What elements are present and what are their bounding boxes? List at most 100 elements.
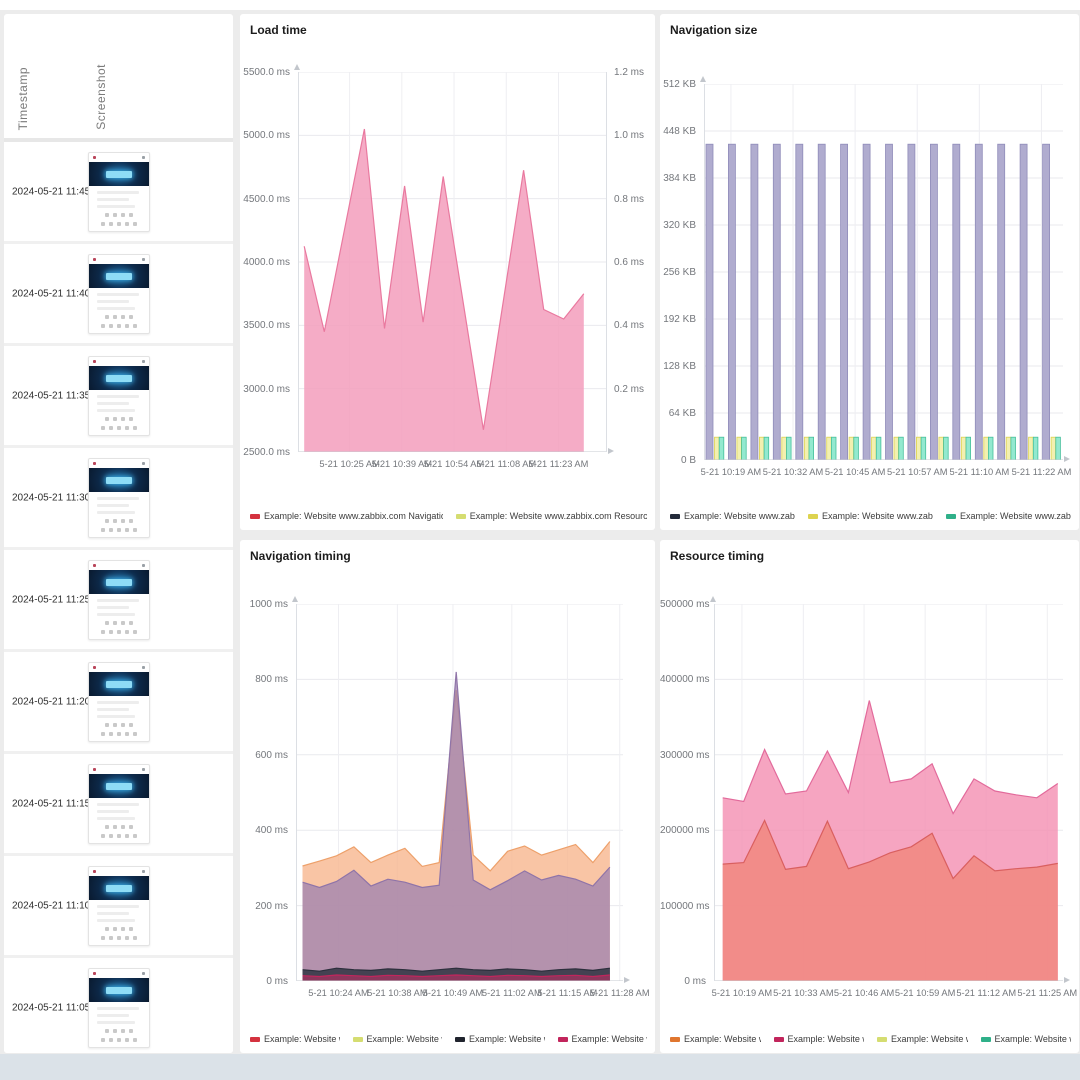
thumbnail-text-line [97,293,139,296]
x-axis-arrow-icon [624,977,630,983]
thumbnail-highlight-bar [106,783,132,790]
y-axis-tick-label: 300000 ms [660,750,706,761]
legend-swatch [946,514,956,519]
thumbnail-mini-icon [125,222,129,226]
thumbnail-mini-icon [113,519,117,523]
page-title: Load time [250,23,307,37]
thumbnail-text-line [97,504,129,507]
thumbnail-red-icon [93,462,96,465]
thumbnail-text-line [97,511,135,514]
legend-swatch [455,1037,465,1042]
thumbnail-icon-row [89,723,149,727]
legend-swatch [353,1037,363,1042]
y-axis-right-tick-label: 0.6 ms [614,257,654,268]
y-axis-tick-label: 2500.0 ms [240,447,290,458]
table-rows: 2024-05-21 11:45:05 AM2024-05-21 11:40:0… [4,142,233,1053]
y-axis-tick-label: 200 ms [240,901,288,912]
thumbnail-mini-icon [121,417,125,421]
y-axis-tick-label: 384 KB [660,173,696,184]
y-axis-tick-label: 448 KB [660,126,696,137]
thumbnail-mini-icon [105,519,109,523]
thumbnail-highlight-bar [106,477,132,484]
thumbnail-mini-icon [101,732,105,736]
y-axis-tick-label: 400000 ms [660,674,706,685]
thumbnail-toolbar [89,867,149,876]
thumbnail-text-line [97,919,135,922]
thumbnail-red-icon [93,666,96,669]
thumbnail-gray-icon [142,258,145,261]
chart-plot-area[interactable] [704,84,1063,460]
chart-plot-area[interactable] [714,604,1063,981]
thumbnail-text-line [97,497,139,500]
thumbnail-mini-icon [117,222,121,226]
thumbnail-mini-icon [133,732,137,736]
thumbnail-icon-row [89,519,149,523]
thumbnail-mini-icon [129,825,133,829]
screenshot-thumbnail [88,866,150,946]
thumbnail-red-icon [93,564,96,567]
thumbnail-gray-icon [142,870,145,873]
y-axis-tick-label: 800 ms [240,674,288,685]
thumbnail-hero-banner [89,570,149,594]
dashboard-screen: Timestamp Screenshot 2024-05-21 11:45:05… [0,0,1080,1080]
thumbnail-text-line [97,803,139,806]
bottom-strip [0,1054,1080,1080]
legend-label: Example: Website www.z... [788,1034,865,1044]
screenshot-thumbnail [88,560,150,640]
legend-label: Example: Website www.z... [469,1034,545,1044]
legend-swatch [774,1037,784,1042]
y-axis-right-tick-label: 1.2 ms [614,67,654,78]
y-axis-tick-label: 200000 ms [660,825,706,836]
chart-panel-navigation-timing: Navigation timing 1000 ms800 ms600 ms400… [240,540,655,1053]
thumbnail-highlight-bar [106,579,132,586]
chart-plot-area[interactable] [298,72,607,452]
table-row: 2024-05-21 11:25:05 AM [4,550,233,652]
thumbnail-mini-icon [117,834,121,838]
chart-panel-load-time: Load time 5500.0 ms5000.0 ms4500.0 ms400… [240,14,655,530]
thumbnail-mini-icon [133,630,137,634]
chart-legend: Example: Website www.zabbix.com ...Examp… [670,511,1071,521]
thumbnail-text-line [97,599,139,602]
thumbnail-mini-icon [133,936,137,940]
thumbnail-mini-icon [117,1038,121,1042]
y-axis-tick-label: 600 ms [240,750,288,761]
thumbnail-mini-icon [133,324,137,328]
y-axis-tick-label: 0 ms [660,976,706,987]
thumbnail-mini-icon [129,213,133,217]
column-header-timestamp: Timestamp [16,67,30,130]
y-axis-right-tick-label: 0.2 ms [614,384,654,395]
legend-item: Example: Website www.zabbix.com ... [670,511,795,521]
thumbnail-mini-icon [133,834,137,838]
y-axis-tick-label: 500000 ms [660,599,706,610]
thumbnail-icon-row [89,621,149,625]
legend-label: Example: Website www.zabbix.com Navigati… [264,511,443,521]
table-row: 2024-05-21 11:05:04 AM [4,958,233,1053]
screenshot-thumbnail [88,254,150,334]
y-axis-tick-label: 256 KB [660,267,696,278]
thumbnail-gray-icon [142,156,145,159]
thumbnail-highlight-bar [106,885,132,892]
y-axis-tick-label: 1000 ms [240,599,288,610]
legend-item: Example: Website www.z... [981,1034,1072,1044]
thumbnail-text-line [97,1014,129,1017]
thumbnail-icon-row [89,417,149,421]
thumbnail-mini-icon [113,927,117,931]
thumbnail-mini-icon [129,417,133,421]
thumbnail-text-line [97,1007,139,1010]
legend-swatch [877,1037,887,1042]
legend-item: Example: Website www.z... [774,1034,865,1044]
screenshot-thumbnail [88,662,150,742]
y-axis-tick-label: 3000.0 ms [240,384,290,395]
thumbnail-icon-row [89,1029,149,1033]
y-axis-tick-label: 128 KB [660,361,696,372]
thumbnail-text-line [97,300,129,303]
thumbnail-hero-banner [89,774,149,798]
thumbnail-mini-icon [125,528,129,532]
thumbnail-mini-icon [105,315,109,319]
chart-plot-area[interactable] [296,604,623,981]
y-axis-tick-label: 64 KB [660,408,696,419]
thumbnail-mini-icon [113,825,117,829]
y-axis-tick-label: 5500.0 ms [240,67,290,78]
legend-label: Example: Website www.z... [995,1034,1072,1044]
thumbnail-mini-icon [129,1029,133,1033]
